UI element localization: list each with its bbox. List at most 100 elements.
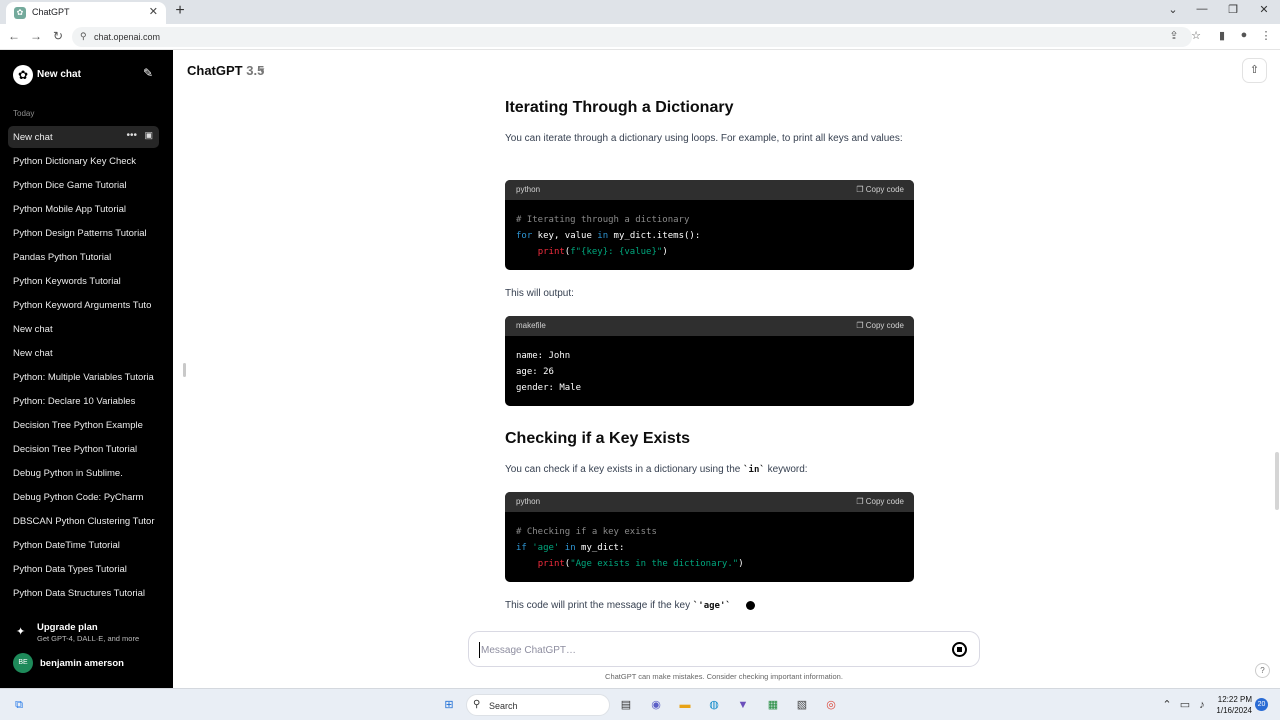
- side-panel-icon[interactable]: ▮: [1214, 29, 1230, 42]
- scrollbar[interactable]: [1275, 452, 1279, 510]
- sidebar-item[interactable]: Python Keyword Arguments Tuto: [8, 294, 159, 316]
- message-input[interactable]: [479, 642, 929, 658]
- sidebar-item-label: Decision Tree Python Example: [13, 420, 143, 431]
- address-bar-row: ← → ↻ ⚲ chat.openai.com ⇪ ☆ ▮ ● ⋮: [0, 24, 1280, 50]
- sidebar-item[interactable]: Decision Tree Python Tutorial: [8, 438, 159, 460]
- code-function: print: [537, 559, 565, 569]
- file-icon[interactable]: ▤: [617, 696, 635, 714]
- section-heading: Checking if a Key Exists: [505, 430, 690, 447]
- chrome-icon[interactable]: ◎: [822, 696, 840, 714]
- code-block-header: python ❐ Copy code: [505, 180, 914, 200]
- code-keyword: for: [516, 231, 533, 241]
- copy-code-button[interactable]: ❐ Copy code: [856, 321, 904, 330]
- paragraph: You can iterate through a dictionary usi…: [505, 133, 903, 144]
- sidebar-item[interactable]: Python Mobile App Tutorial: [8, 198, 159, 220]
- sidebar-item-label: Python: Declare 10 Variables: [13, 396, 136, 407]
- sidebar-item[interactable]: Python Data Types Tutorial: [8, 558, 159, 580]
- teams-chat-icon[interactable]: ◉: [647, 696, 665, 714]
- sidebar-item[interactable]: Pandas Python Tutorial: [8, 246, 159, 268]
- task-view-icon[interactable]: ⧉: [10, 696, 28, 714]
- sparkle-icon[interactable]: ✦: [16, 625, 25, 638]
- sidebar: ✿ New chat ✎ Today New chat ••• ▣ Python…: [0, 50, 173, 688]
- network-icon[interactable]: ▭: [1176, 696, 1194, 714]
- sidebar-item[interactable]: Debug Python Code: PyCharm: [8, 486, 159, 508]
- search-icon: ⚲: [473, 699, 481, 710]
- sidebar-item[interactable]: Python: Multiple Variables Tutoria: [8, 366, 159, 388]
- site-info-icon[interactable]: ⚲: [80, 31, 87, 42]
- chevron-down-icon[interactable]: ▼: [258, 66, 266, 75]
- avatar[interactable]: BE: [13, 653, 33, 673]
- paragraph: You can check if a key exists in a dicti…: [505, 460, 915, 480]
- sidebar-item-label: Python Keywords Tutorial: [13, 276, 121, 287]
- stop-generating-button[interactable]: [952, 642, 967, 657]
- taskbar-search[interactable]: ⚲ Search: [466, 694, 610, 716]
- share-page-icon[interactable]: ⇪: [1166, 29, 1182, 42]
- file-explorer-icon[interactable]: ▬: [676, 696, 694, 714]
- forward-icon[interactable]: →: [28, 29, 44, 43]
- code-line: age: 26: [516, 367, 554, 377]
- sidebar-item[interactable]: Python: Declare 10 Variables: [8, 390, 159, 412]
- sidebar-item[interactable]: New chat: [8, 342, 159, 364]
- browser-tab-strip: ✿ ChatGPT ✕ + ⌄ — ❐ ✕: [0, 0, 1280, 24]
- share-button[interactable]: ⇧: [1242, 58, 1267, 83]
- sidebar-item[interactable]: DBSCAN Python Clustering Tutor: [8, 510, 159, 532]
- more-options-icon[interactable]: •••: [126, 130, 137, 141]
- sidebar-item[interactable]: Python Dice Game Tutorial: [8, 174, 159, 196]
- copy-code-button[interactable]: ❐ Copy code: [856, 185, 904, 194]
- help-button[interactable]: ?: [1255, 663, 1270, 678]
- openai-logo-icon[interactable]: ✿: [13, 65, 33, 85]
- reload-icon[interactable]: ↻: [50, 29, 66, 43]
- user-name[interactable]: benjamin amerson: [40, 658, 124, 669]
- spreadsheet-icon[interactable]: ▦: [764, 696, 782, 714]
- sidebar-item-label: Python Data Structures Tutorial: [13, 588, 146, 599]
- tab-search-icon[interactable]: ⌄: [1162, 3, 1184, 16]
- bookmark-star-icon[interactable]: ☆: [1188, 29, 1204, 42]
- sidebar-item[interactable]: Decision Tree Python Example: [8, 414, 159, 436]
- windows-start-icon[interactable]: ⊞: [440, 696, 458, 714]
- close-window-button[interactable]: ✕: [1253, 3, 1275, 16]
- minimize-button[interactable]: —: [1191, 3, 1213, 15]
- sidebar-item[interactable]: Python Design Patterns Tutorial: [8, 222, 159, 244]
- archive-icon[interactable]: ▣: [144, 130, 153, 141]
- sidebar-item[interactable]: Python Data Structures Tutorial: [8, 582, 159, 604]
- sidebar-item[interactable]: Debug Python in Sublime.: [8, 462, 159, 484]
- code-text: my_dict:: [575, 543, 625, 553]
- app-icon[interactable]: ▼: [734, 696, 752, 714]
- back-icon[interactable]: ←: [6, 29, 22, 43]
- notification-badge[interactable]: 20: [1255, 698, 1268, 711]
- tab-close-icon[interactable]: ✕: [149, 5, 158, 18]
- copy-code-button[interactable]: ❐ Copy code: [856, 497, 904, 506]
- copy-code-label: Copy code: [865, 321, 904, 330]
- tray-chevron-icon[interactable]: ⌃: [1158, 696, 1176, 714]
- sidebar-item[interactable]: Python DateTime Tutorial: [8, 534, 159, 556]
- new-tab-button[interactable]: +: [172, 2, 188, 20]
- section-label-today: Today: [13, 109, 35, 118]
- url-bar[interactable]: ⚲ chat.openai.com: [72, 27, 1192, 47]
- photos-icon[interactable]: ▧: [793, 696, 811, 714]
- paragraph-text: This code will print the message if the …: [505, 600, 693, 611]
- browser-menu-icon[interactable]: ⋮: [1258, 29, 1274, 42]
- streaming-cursor-icon: [746, 601, 755, 610]
- maximize-button[interactable]: ❐: [1222, 3, 1244, 16]
- sidebar-item-label: New chat: [13, 324, 53, 335]
- profile-icon[interactable]: ●: [1236, 29, 1252, 41]
- code-text: my_dict.items():: [608, 231, 701, 241]
- volume-icon[interactable]: ♪: [1193, 696, 1211, 714]
- paragraph: This will output:: [505, 288, 574, 299]
- sidebar-item-active[interactable]: New chat ••• ▣: [8, 126, 159, 148]
- sidebar-item[interactable]: Python Dictionary Key Check: [8, 150, 159, 172]
- edge-browser-icon[interactable]: ◍: [705, 696, 723, 714]
- message-composer: [468, 631, 980, 667]
- sidebar-item[interactable]: New chat: [8, 318, 159, 340]
- code-language: python: [516, 185, 541, 194]
- new-chat-edit-icon[interactable]: ✎: [143, 66, 153, 80]
- code-comment: # Checking if a key exists: [516, 527, 657, 537]
- sidebar-toggle-handle[interactable]: [183, 363, 186, 377]
- clock[interactable]: 12:22 PM 1/16/2024: [1212, 694, 1252, 716]
- sidebar-item[interactable]: Python Keywords Tutorial: [8, 270, 159, 292]
- new-chat-label[interactable]: New chat: [37, 69, 81, 80]
- code-string: "Age exists in the dictionary.": [570, 559, 739, 569]
- model-selector[interactable]: ChatGPT 3.5: [187, 63, 264, 78]
- upgrade-plan-button[interactable]: Upgrade plan: [37, 622, 98, 633]
- browser-tab[interactable]: ✿ ChatGPT ✕: [6, 2, 166, 24]
